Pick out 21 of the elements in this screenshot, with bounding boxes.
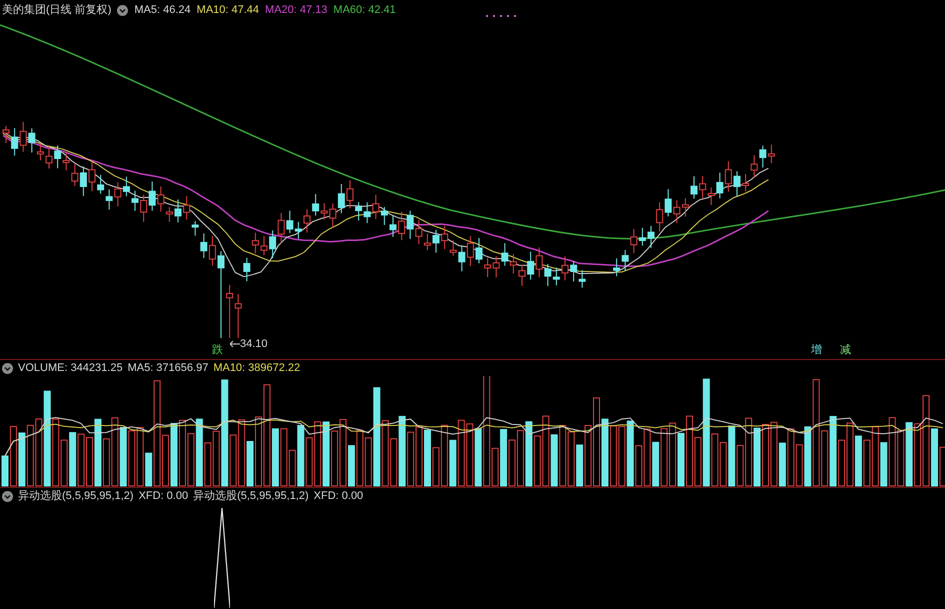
legend-value: MA5: 46.24 <box>134 2 191 18</box>
collapse-icon[interactable] <box>2 362 13 374</box>
signal-marker: 减 <box>839 344 852 357</box>
legend-value: MA60: 42.41 <box>333 2 396 18</box>
signal-marker: 跌 <box>211 344 224 357</box>
legend-value: MA5: 371656.97 <box>128 360 208 376</box>
legend-value: 异动选股(5,5,95,95,1,2) <box>193 488 309 504</box>
collapse-icon[interactable] <box>117 4 128 16</box>
signal-marker: 增 <box>810 344 823 357</box>
legend-value: MA20: 47.13 <box>265 2 328 18</box>
collapse-icon[interactable] <box>2 490 13 502</box>
arrow-icon <box>230 341 240 348</box>
legend-value: VOLUME: 344231.25 <box>18 360 123 376</box>
marker-dots-icon <box>486 15 516 17</box>
low-price-label: 34.10 <box>240 337 268 352</box>
legend-value: XFD: 0.00 <box>314 488 364 504</box>
legend-value: 异动选股(5,5,95,95,1,2) <box>18 488 134 504</box>
legend-value: MA10: 47.44 <box>196 2 260 18</box>
stock-title: 美的集团(日线 前复权) <box>2 2 112 18</box>
legend-value: XFD: 0.00 <box>138 488 188 504</box>
legend-value: MA10: 389672.22 <box>213 360 300 376</box>
